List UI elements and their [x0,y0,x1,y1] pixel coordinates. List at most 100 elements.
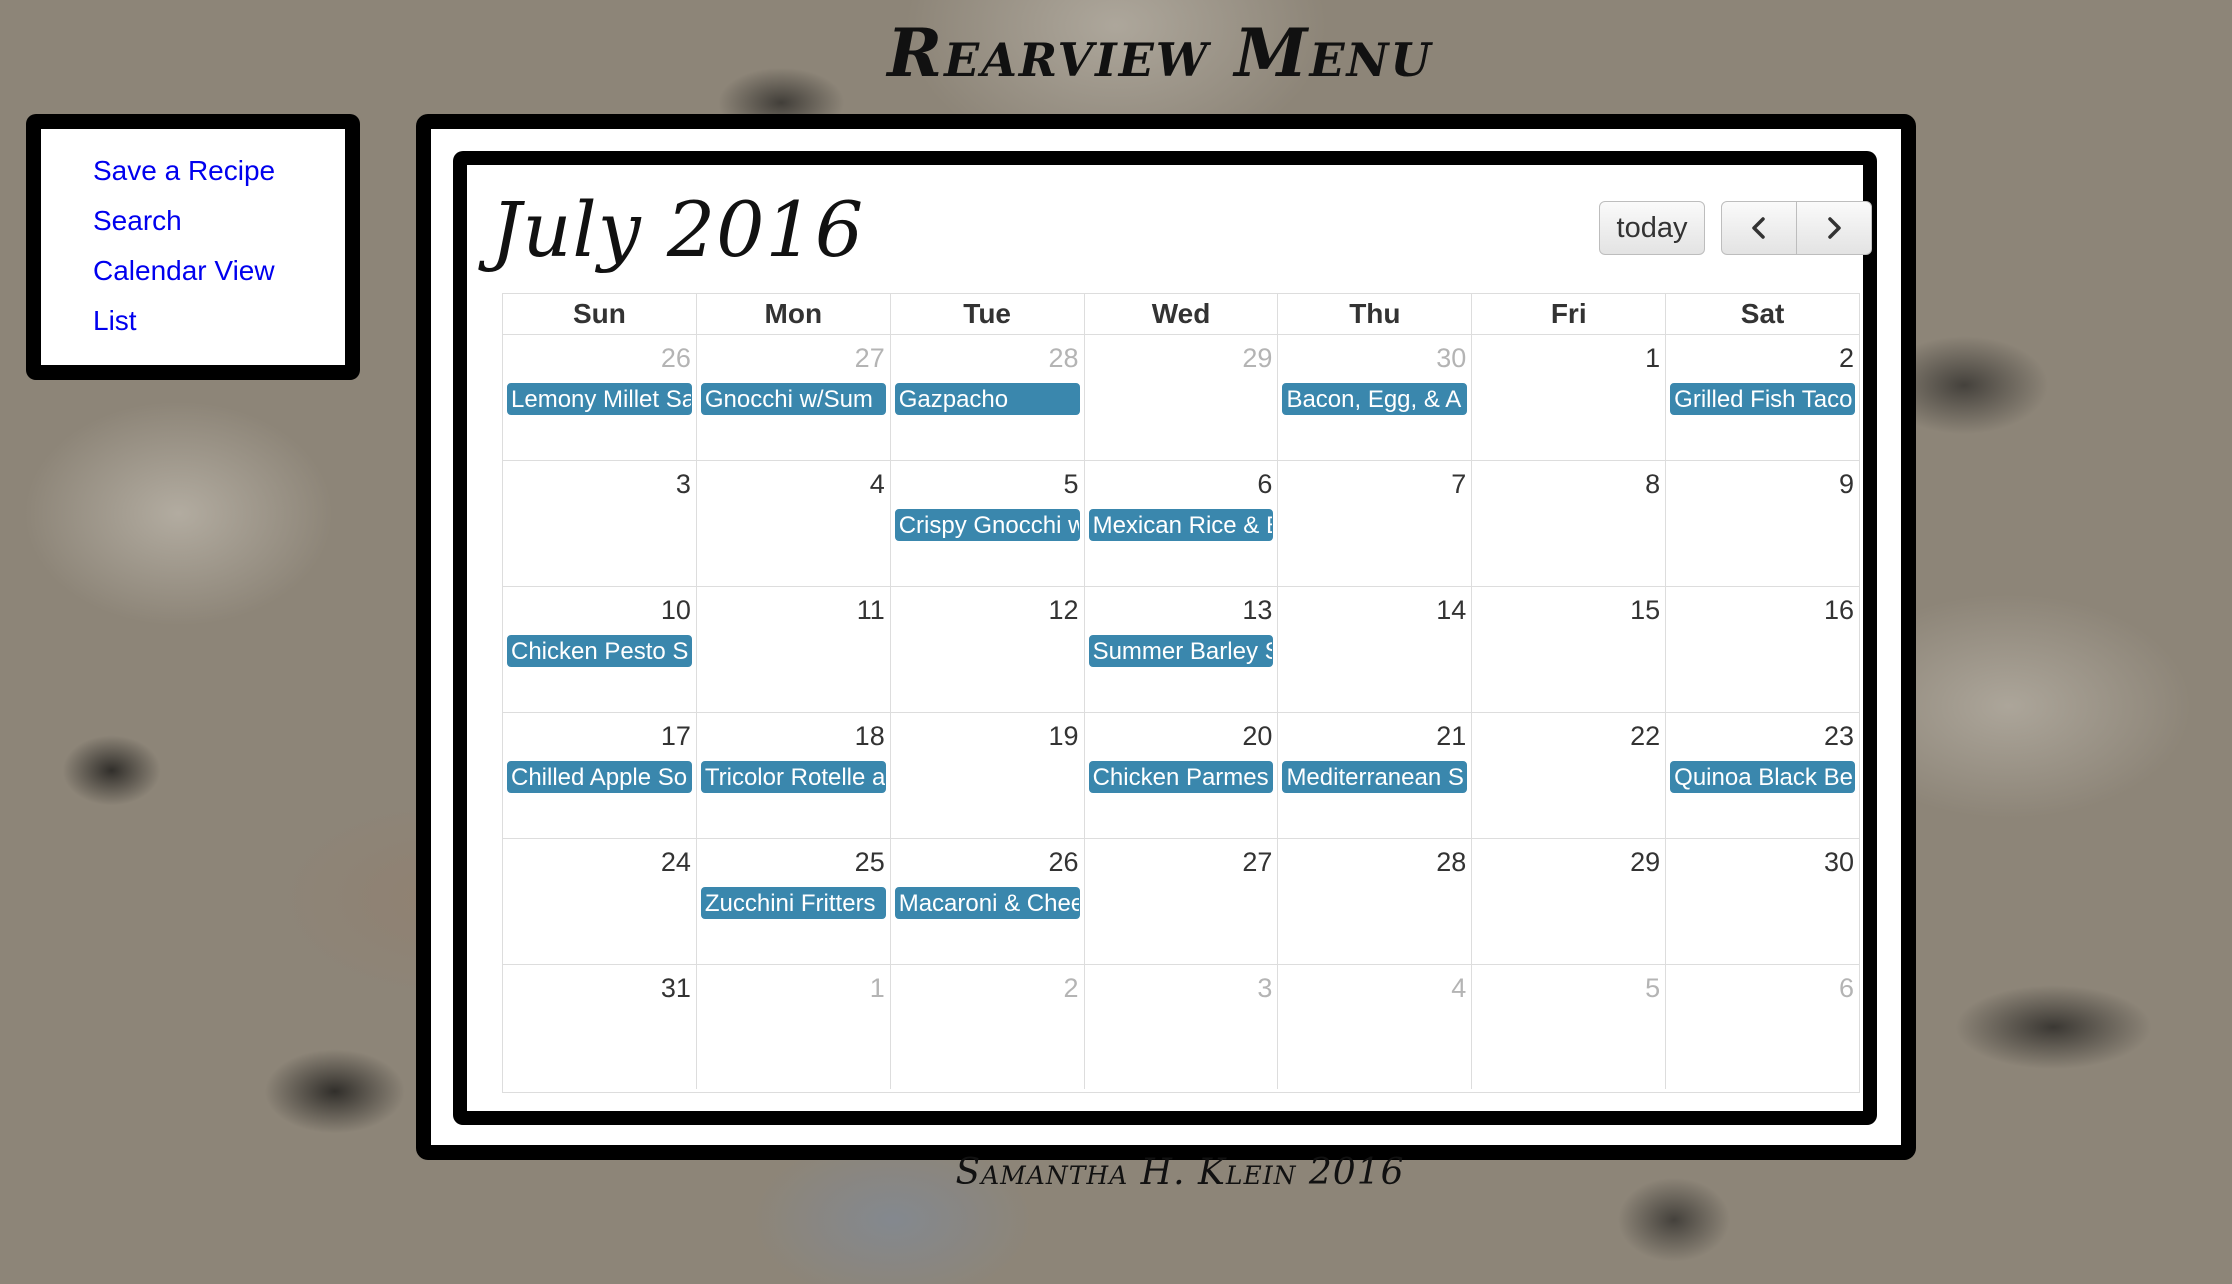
calendar-event[interactable]: Bacon, Egg, & A [1282,383,1468,415]
day-cell[interactable]: 27 Gnocchi w/Sum [697,335,891,460]
day-cell[interactable]: 23 Quinoa Black Be [1666,713,1859,838]
day-number: 27 [1242,847,1273,877]
calendar-event[interactable]: Mediterranean S [1282,761,1468,793]
day-number: 4 [869,469,885,499]
day-cell[interactable]: 5 [1472,965,1667,1089]
day-cell[interactable]: 7 [1278,461,1473,586]
day-number: 28 [1436,847,1467,877]
calendar-event[interactable]: Lemony Millet Sa [507,383,692,415]
day-number: 1 [869,973,885,1003]
day-cell[interactable]: 31 [503,965,697,1089]
day-cell[interactable]: 29 [1472,839,1667,964]
day-number: 28 [1048,343,1079,373]
day-number: 3 [1257,973,1273,1003]
day-cell[interactable]: 3 [1085,965,1279,1089]
day-header-fri: Fri [1472,294,1667,334]
day-cell[interactable]: 11 [697,587,891,712]
calendar-event[interactable]: Gnocchi w/Sum [700,383,886,415]
calendar-event[interactable]: Chicken Pesto S [507,635,692,667]
day-cell[interactable]: 24 [503,839,697,964]
day-cell[interactable]: 27 [1085,839,1279,964]
day-number: 24 [660,847,691,877]
day-header-thu: Thu [1278,294,1473,334]
day-cell[interactable]: 4 [1278,965,1473,1089]
day-cell[interactable]: 13 Summer Barley S [1085,587,1279,712]
calendar-event[interactable]: Gazpacho [894,383,1080,415]
site-title: Rearview Menu [887,14,1433,92]
day-cell[interactable]: 17 Chilled Apple So [503,713,697,838]
chevron-left-icon [1752,217,1765,239]
day-header-mon: Mon [697,294,891,334]
day-cell[interactable]: 14 [1278,587,1473,712]
day-cell[interactable]: 10 Chicken Pesto S [503,587,697,712]
day-number: 18 [854,721,885,751]
calendar-toolbar: July 2016 today [467,165,1872,295]
sidebar-item: Save a Recipe [93,155,345,187]
day-cell[interactable]: 15 [1472,587,1667,712]
day-cell[interactable]: 8 [1472,461,1667,586]
day-cell[interactable]: 1 [1472,335,1667,460]
day-cell[interactable]: 26 Lemony Millet Sa [503,335,697,460]
day-cell[interactable]: 28 Gazpacho [891,335,1085,460]
day-number: 1 [1645,343,1661,373]
day-number: 9 [1838,469,1855,499]
day-cell[interactable]: 25 Zucchini Fritters [697,839,891,964]
sidebar-nav: Save a Recipe Search Calendar View List [26,114,360,380]
day-cell[interactable]: 21 Mediterranean S [1278,713,1473,838]
calendar-event[interactable]: Zucchini Fritters [700,887,886,919]
calendar-event[interactable]: Summer Barley S [1088,635,1274,667]
day-number: 26 [1048,847,1079,877]
day-cell[interactable]: 19 [891,713,1085,838]
nav-calendar-view-link[interactable]: Calendar View [93,255,275,287]
sidebar-item: Calendar View [93,255,345,287]
prev-month-button[interactable] [1721,201,1797,255]
day-cell[interactable]: 6 Mexican Rice & B [1085,461,1279,586]
day-cell[interactable]: 18 Tricolor Rotelle a [697,713,891,838]
footer-credit: Samantha H. Klein 2016 [955,1152,1405,1193]
week-row: 24 25 Zucchini Fritters 26 Macaroni & Chee 27… [503,839,1859,965]
day-cell[interactable]: 1 [697,965,891,1089]
nav-search-link[interactable]: Search [93,205,182,237]
day-cell[interactable]: 3 [503,461,697,586]
today-button[interactable]: today [1599,201,1705,255]
day-number: 22 [1630,721,1661,751]
calendar-event[interactable]: Quinoa Black Be [1670,761,1856,793]
calendar-event[interactable]: Grilled Fish Taco [1670,383,1856,415]
day-cell[interactable]: 22 [1472,713,1667,838]
day-cell[interactable]: 2 Grilled Fish Taco [1666,335,1859,460]
nav-save-recipe-link[interactable]: Save a Recipe [93,155,275,187]
calendar-event[interactable]: Mexican Rice & B [1088,509,1274,541]
day-header-wed: Wed [1085,294,1279,334]
calendar-event[interactable]: Chicken Parmes [1088,761,1274,793]
day-number: 5 [1063,469,1079,499]
day-cell[interactable]: 9 [1666,461,1859,586]
day-number: 29 [1630,847,1661,877]
calendar-event[interactable]: Chilled Apple So [507,761,692,793]
day-header-sat: Sat [1740,298,1785,329]
day-number: 6 [1838,973,1855,1003]
day-cell[interactable]: 6 [1666,965,1859,1089]
day-cell[interactable]: 29 [1085,335,1279,460]
calendar-event[interactable]: Tricolor Rotelle a [700,761,886,793]
chevron-right-icon [1828,217,1841,239]
sidebar-link-list: Save a Recipe Search Calendar View List [41,129,345,337]
sidebar-item: List [93,305,345,337]
day-cell[interactable]: 20 Chicken Parmes [1085,713,1279,838]
nav-list-link[interactable]: List [93,305,137,337]
week-row: 26 Lemony Millet Sa 27 Gnocchi w/Sum 28 Gazpa… [503,335,1859,461]
next-month-button[interactable] [1796,201,1872,255]
day-cell[interactable]: 30 Bacon, Egg, & A [1278,335,1473,460]
day-cell[interactable]: 2 [891,965,1085,1089]
day-cell[interactable]: 5 Crispy Gnocchi w [891,461,1085,586]
day-cell[interactable]: 12 [891,587,1085,712]
day-cell[interactable]: 26 Macaroni & Chee [891,839,1085,964]
calendar-event[interactable]: Macaroni & Chee [894,887,1080,919]
day-number: 20 [1242,721,1273,751]
day-number: 3 [675,469,691,499]
day-cell[interactable]: 30 [1666,839,1859,964]
calendar-event[interactable]: Crispy Gnocchi w [894,509,1080,541]
day-cell[interactable]: 4 [697,461,891,586]
calendar-inner-frame: July 2016 today Sun Mon Tue Wed Thu Fri Sat 26… [453,151,1877,1125]
day-cell[interactable]: 16 [1666,587,1859,712]
day-cell[interactable]: 28 [1278,839,1473,964]
